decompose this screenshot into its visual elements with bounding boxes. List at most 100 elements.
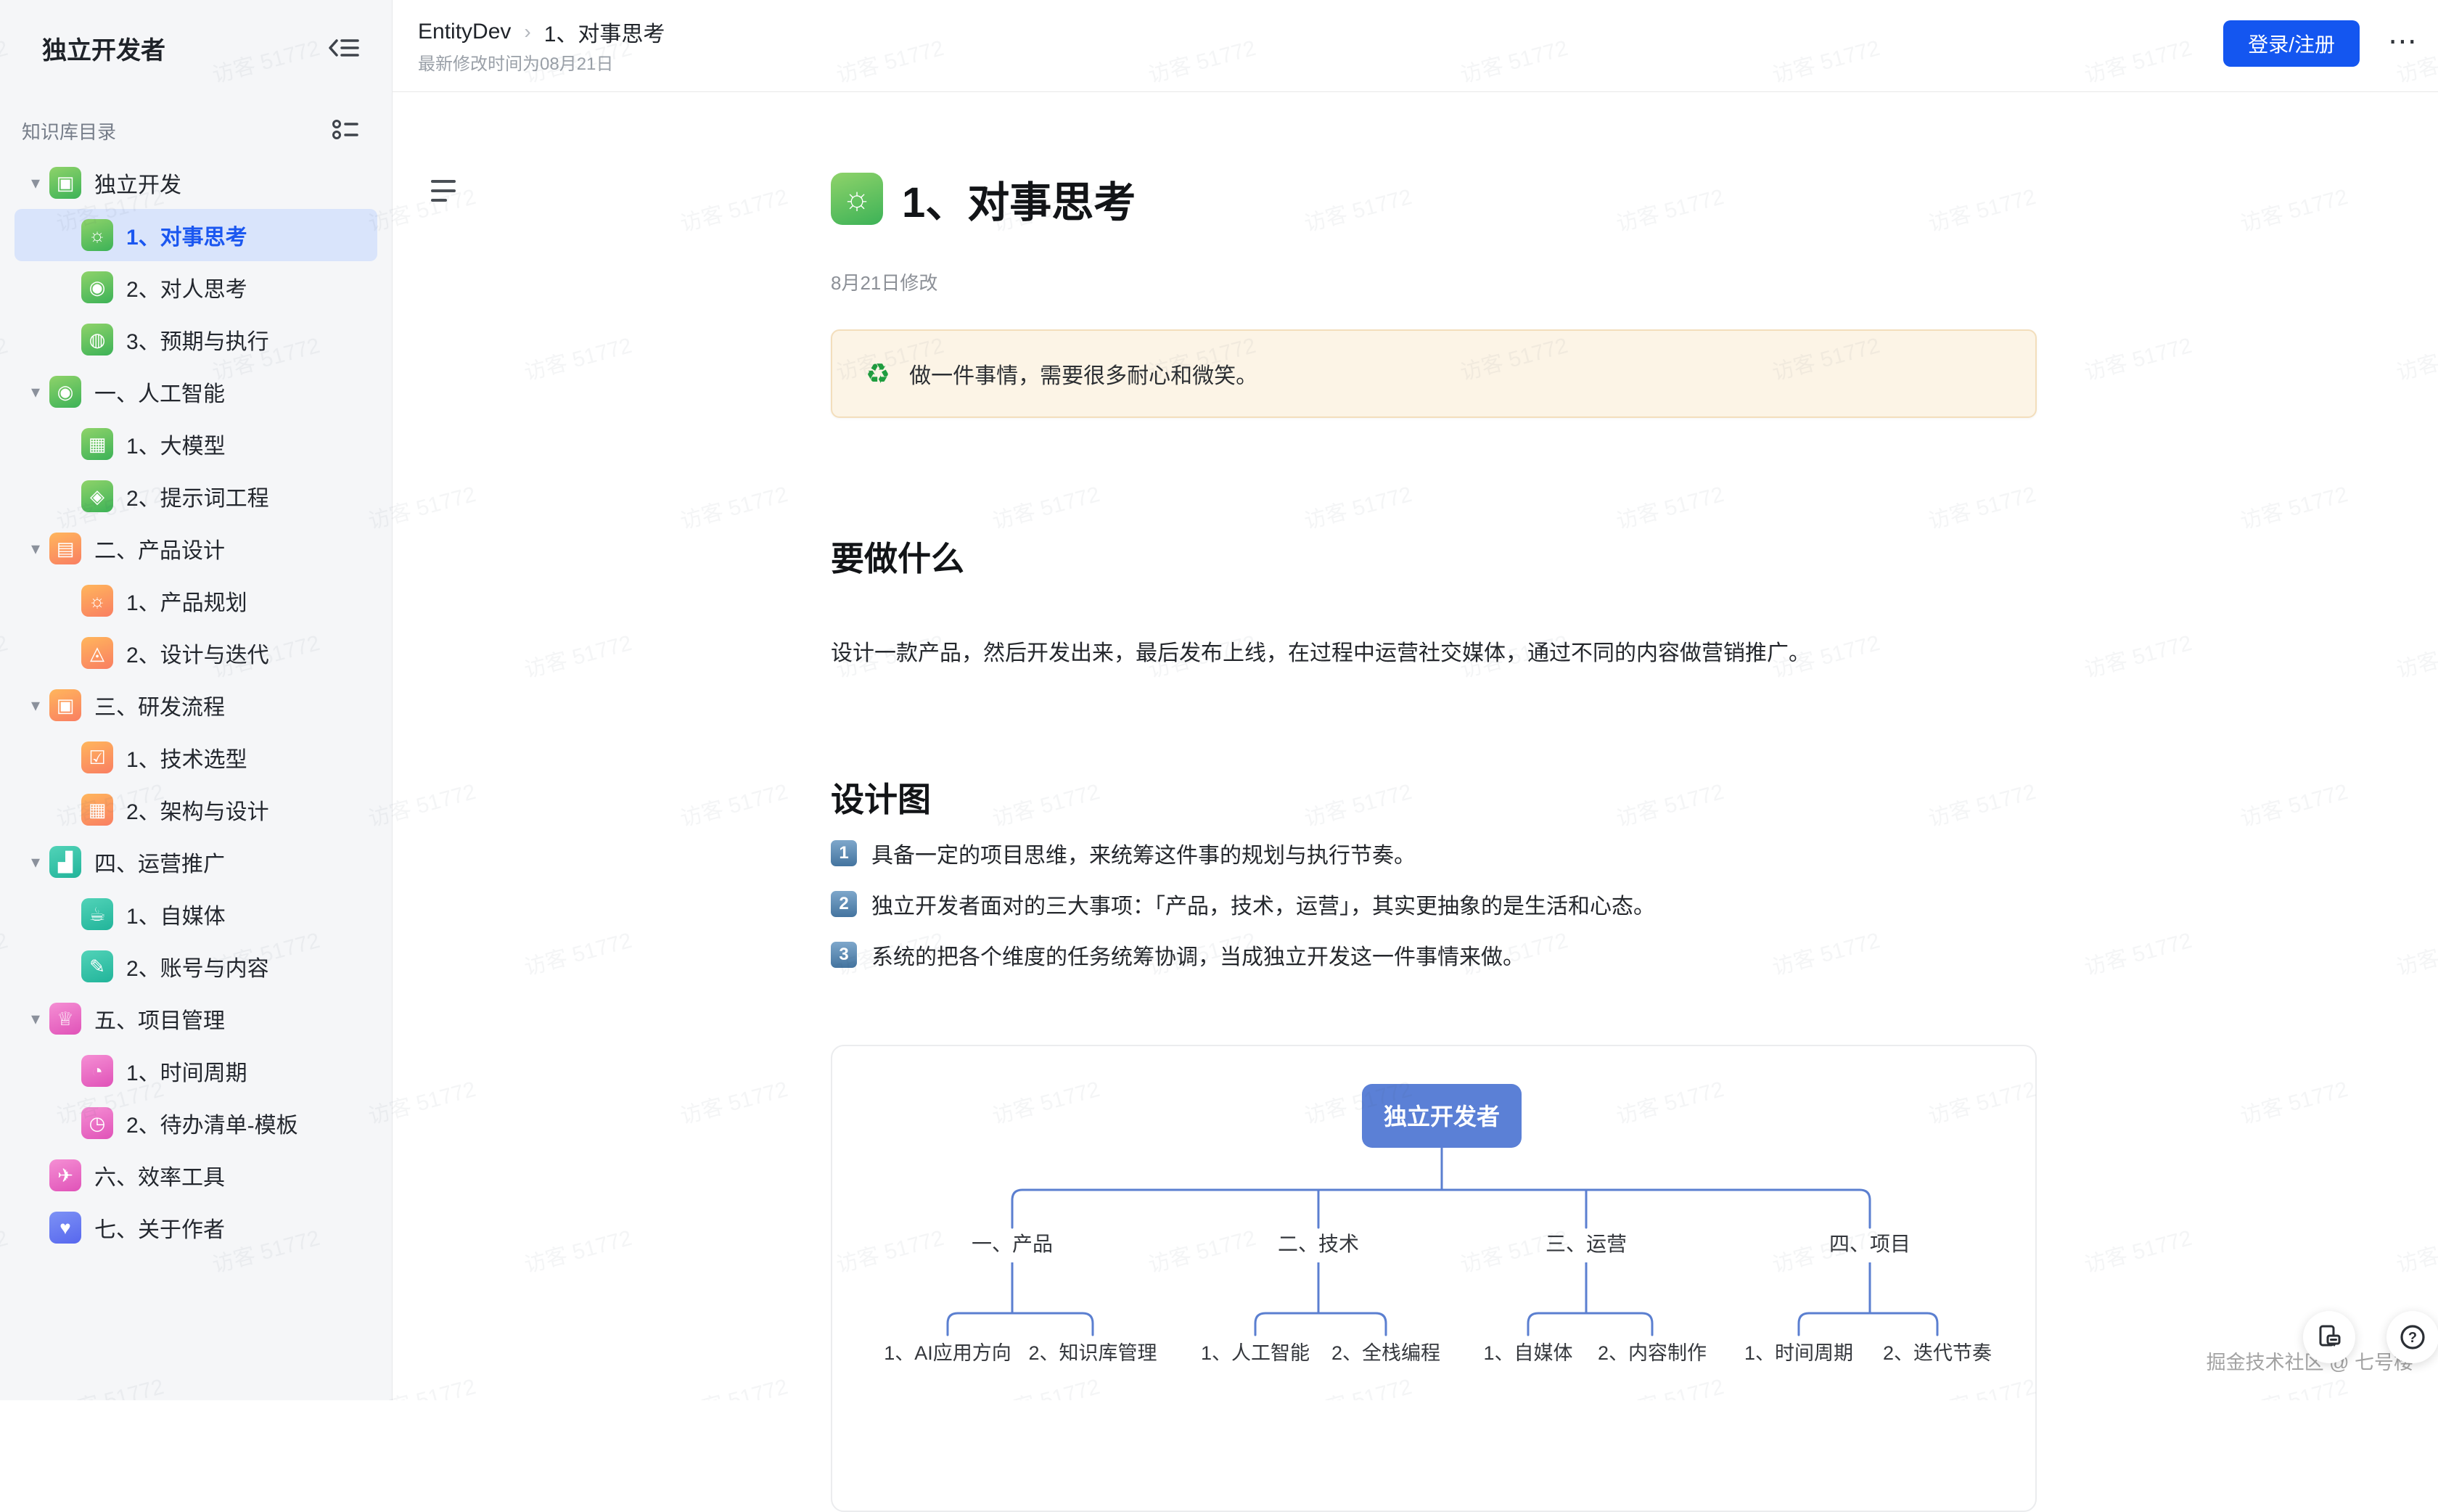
sidebar-item-3[interactable]: ◍3、预期与执行 xyxy=(15,313,377,366)
svg-text:1、AI应用方向: 1、AI应用方向 xyxy=(884,1342,1011,1364)
number-badge-icon: 3 xyxy=(831,942,857,968)
caret-down-icon[interactable]: ▾ xyxy=(25,538,46,559)
lightbulb-icon: ☼ xyxy=(81,219,113,251)
collapse-sidebar-icon[interactable] xyxy=(328,35,360,61)
sidebar-item-label: 1、产品规划 xyxy=(126,585,247,617)
sidebar-item-18[interactable]: ◷2、待办清单-模板 xyxy=(15,1097,377,1149)
sidebar-item-label: 七、关于作者 xyxy=(94,1212,225,1244)
number-badge-icon: 1 xyxy=(831,840,857,866)
sidebar-item-label: 二、产品设计 xyxy=(94,533,225,564)
sidebar-item-1[interactable]: ☼ 1、对事思考 xyxy=(15,209,377,261)
sidebar-item-8[interactable]: ☼1、产品规划 xyxy=(15,575,377,627)
doc-title-row: ☼ 1、对事思考 xyxy=(831,168,1136,229)
sidebar-item-label: 2、待办清单-模板 xyxy=(126,1107,298,1139)
grid-icon: ▦ xyxy=(81,428,113,460)
laptop-icon: ▣ xyxy=(49,689,81,721)
svg-text:1、人工智能: 1、人工智能 xyxy=(1201,1342,1310,1364)
svg-text:?: ? xyxy=(2408,1330,2417,1346)
sidebar-item-label: 1、时间周期 xyxy=(126,1055,247,1087)
sidebar-item-7[interactable]: ▾▤ 二、产品设计 xyxy=(15,522,377,575)
trophy-icon: ♕ xyxy=(49,1003,81,1035)
sidebar-item-label: 四、运营推广 xyxy=(94,846,225,878)
svg-text:四、项目: 四、项目 xyxy=(1829,1233,1910,1255)
sidebar-item-label: 1、对事思考 xyxy=(126,219,247,251)
workspace-header: 独立开发者 xyxy=(0,0,392,87)
compass-icon: ◉ xyxy=(81,271,113,303)
gauge-icon: ◔ xyxy=(81,1055,113,1087)
checkbox-icon: ☑ xyxy=(81,741,113,773)
sidebar-item-20[interactable]: ▾♥七、关于作者 xyxy=(15,1201,377,1254)
svg-text:一、产品: 一、产品 xyxy=(972,1233,1053,1255)
help-button[interactable]: ? xyxy=(2386,1311,2438,1363)
caret-down-icon[interactable]: ▾ xyxy=(25,382,46,403)
sidebar-item-6[interactable]: ◈2、提示词工程 xyxy=(15,470,377,522)
aperture-icon: ◍ xyxy=(81,324,113,356)
feedback-doc-button[interactable] xyxy=(2303,1311,2355,1363)
coffee-icon: ☕ xyxy=(81,898,113,930)
svg-text:1、时间周期: 1、时间周期 xyxy=(1744,1342,1853,1364)
numbered-list-text: 系统的把各个维度的任务统筹协调，当成独立开发这一件事情来做。 xyxy=(871,939,1524,971)
sidebar-item-label: 2、提示词工程 xyxy=(126,480,269,512)
sidebar-item-2[interactable]: ◉2、对人思考 xyxy=(15,261,377,313)
numbered-list-text: 独立开发者面对的三大事项：「产品，技术，运营」，其实更抽象的是生活和心态。 xyxy=(871,888,1655,920)
number-badge-icon: 2 xyxy=(831,891,857,917)
sidebar-item-label: 独立开发 xyxy=(94,167,181,199)
toc-toggle-icon[interactable] xyxy=(431,180,460,209)
callout: ♻ 做一件事情，需要很多耐心和微笑。 xyxy=(831,329,2037,418)
sidebar-item-11[interactable]: ☑1、技术选型 xyxy=(15,731,377,784)
caret-down-icon[interactable]: ▾ xyxy=(25,173,46,194)
breadcrumb-root[interactable]: EntityDev xyxy=(418,20,511,44)
sidebar-item-14[interactable]: ☕ 1、自媒体 xyxy=(15,888,377,940)
sidebar-item-label: 一、人工智能 xyxy=(94,376,225,408)
numbered-list-item: 2 独立开发者面对的三大事项：「产品，技术，运营」，其实更抽象的是生活和心态。 xyxy=(831,888,1655,920)
workspace-title: 独立开发者 xyxy=(42,30,165,66)
caret-down-icon[interactable]: ▾ xyxy=(25,695,46,716)
section-heading-design: 设计图 xyxy=(831,773,931,821)
sidebar-item-9[interactable]: ◬2、设计与迭代 xyxy=(15,627,377,679)
more-menu-icon[interactable]: ⋯ xyxy=(2388,25,2419,58)
sidebar-item-12[interactable]: ▦2、架构与设计 xyxy=(15,784,377,836)
sidebar-item-17[interactable]: ◔ 1、时间周期 xyxy=(15,1045,377,1097)
sidebar-item-label: 1、大模型 xyxy=(126,428,226,460)
sidebar-item-label: 2、架构与设计 xyxy=(126,794,269,826)
login-register-button[interactable]: 登录/注册 xyxy=(2223,20,2360,67)
sidebar-item-19[interactable]: ▾✈六、效率工具 xyxy=(15,1149,377,1201)
top-header: EntityDev › 1、对事思考 最新修改时间为08月21日 登录/注册 ⋯ xyxy=(392,0,2438,92)
sidebar: 独立开发者 知识库目录 ▾▣独立开发☼1、对事思考◉2、对人思考◍3、预期与执行… xyxy=(0,0,393,1400)
lightbulb-icon: ☼ xyxy=(831,173,883,225)
sidebar-item-15[interactable]: ✎2、账号与内容 xyxy=(15,940,377,993)
caret-down-icon[interactable]: ▾ xyxy=(25,852,46,873)
modified-note: 最新修改时间为08月21日 xyxy=(418,49,613,75)
caret-down-icon[interactable]: ▾ xyxy=(25,1008,46,1030)
sidebar-item-label: 1、自媒体 xyxy=(126,898,226,930)
svg-text:独立开发者: 独立开发者 xyxy=(1384,1104,1500,1130)
sort-outline-icon[interactable] xyxy=(331,115,360,144)
callout-text: 做一件事情，需要很多耐心和微笑。 xyxy=(909,358,1257,390)
svg-text:1、自媒体: 1、自媒体 xyxy=(1483,1342,1572,1364)
org-diagram-card: 独立开发者一、产品 1、AI应用方向 2、知识库管理 二、技术 1、人工智能 2、全栈编程… xyxy=(831,1045,2037,1512)
sidebar-item-label: 2、设计与迭代 xyxy=(126,637,269,669)
sidebar-item-label: 2、账号与内容 xyxy=(126,950,269,982)
layers-icon: ▤ xyxy=(49,533,81,564)
svg-text:2、内容制作: 2、内容制作 xyxy=(1598,1342,1707,1364)
section-heading-what: 要做什么 xyxy=(831,533,964,580)
breadcrumb: EntityDev › 1、对事思考 xyxy=(418,16,665,48)
sidebar-item-13[interactable]: ▾▟四、运营推广 xyxy=(15,836,377,888)
sidebar-item-0[interactable]: ▾▣ 独立开发 xyxy=(15,157,377,209)
compass-icon: ◉ xyxy=(49,376,81,408)
sidebar-item-16[interactable]: ▾♕五、项目管理 xyxy=(15,993,377,1045)
svg-text:2、全栈编程: 2、全栈编程 xyxy=(1331,1342,1440,1364)
svg-text:2、知识库管理: 2、知识库管理 xyxy=(1028,1342,1157,1364)
sidebar-item-4[interactable]: ▾◉ 一、人工智能 xyxy=(15,366,377,418)
laptop-icon: ▣ xyxy=(49,167,81,199)
numbered-list-text: 具备一定的项目思维，来统筹这件事的规划与执行节奏。 xyxy=(871,837,1416,869)
sidebar-item-label: 六、效率工具 xyxy=(94,1159,225,1191)
recycle-icon: ♻ xyxy=(866,358,890,390)
kb-tree: ▾▣独立开发☼1、对事思考◉2、对人思考◍3、预期与执行▾◉一、人工智能▦1、大… xyxy=(0,157,392,1254)
plane-icon: ✈ xyxy=(49,1159,81,1191)
sidebar-item-10[interactable]: ▾▣三、研发流程 xyxy=(15,679,377,731)
heart-icon: ♥ xyxy=(49,1212,81,1244)
sidebar-item-5[interactable]: ▦ 1、大模型 xyxy=(15,418,377,470)
svg-text:二、技术: 二、技术 xyxy=(1278,1233,1359,1255)
numbered-list: 1 具备一定的项目思维，来统筹这件事的规划与执行节奏。 2 独立开发者面对的三大事项：… xyxy=(831,837,1655,990)
